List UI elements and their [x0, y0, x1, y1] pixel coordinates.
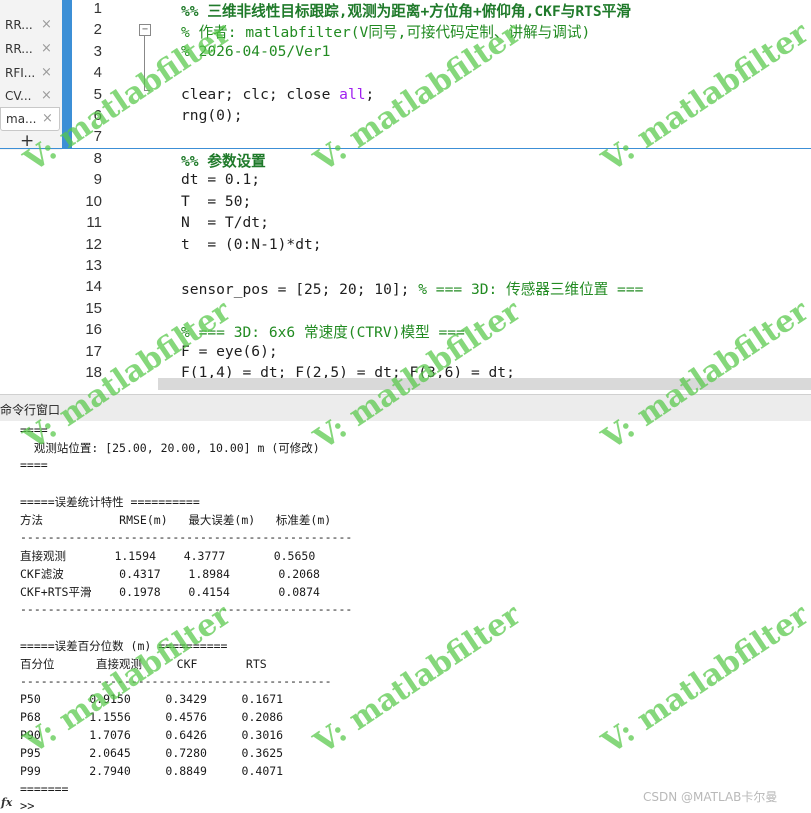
line-number: 8: [93, 150, 102, 167]
line-number: 16: [85, 321, 102, 338]
line-number: 14: [85, 278, 102, 295]
code-token: clear; clc; close: [181, 86, 340, 103]
horizontal-scrollbar[interactable]: [158, 378, 811, 390]
code-line: % 2026-04-05/Ver1: [181, 43, 331, 60]
line-number: 5: [93, 86, 102, 103]
file-tab[interactable]: RFI... ×: [0, 62, 60, 84]
output-line: ----------------------------------------…: [20, 602, 353, 616]
code-line: N = T/dt;: [181, 214, 269, 231]
output-line: P99 2.7940 0.8849 0.4071: [20, 764, 284, 778]
line-number: 11: [86, 214, 102, 231]
fold-toggle-icon[interactable]: −: [139, 24, 151, 36]
line-number: 9: [93, 171, 102, 188]
code-line: %% 参数设置: [181, 153, 266, 170]
output-line: ----------------------------------------…: [20, 530, 353, 544]
file-tab-label: CV...: [5, 89, 32, 103]
close-icon[interactable]: ×: [41, 41, 52, 56]
output-line: 直接观测 1.1594 4.3777 0.5650: [20, 549, 316, 563]
keyword-token: all: [339, 86, 366, 103]
code-line: F(1,4) = dt; F(2,5) = dt; F(3,6) = dt;: [181, 364, 515, 378]
file-tab[interactable]: RR... ×: [0, 38, 60, 60]
credit-watermark: CSDN @MATLAB卡尔曼: [643, 790, 778, 804]
line-number: 17: [85, 343, 102, 360]
output-line: 观测站位置: [25.00, 20.00, 10.00] m (可修改): [20, 441, 320, 455]
file-tab-label: ma...: [6, 112, 37, 126]
output-line: =====误差百分位数 (m) ==========: [20, 639, 228, 653]
line-number: 18: [85, 364, 102, 381]
line-number: 13: [85, 257, 102, 274]
output-line: CKF+RTS平滑 0.1978 0.4154 0.0874: [20, 585, 320, 599]
code-line: % === 3D: 6x6 常速度(CTRV)模型 ===: [181, 324, 465, 341]
line-number: 4: [93, 64, 102, 81]
output-line: 百分位 直接观测 CKF RTS: [20, 657, 267, 671]
output-line: P90 1.7076 0.6426 0.3016: [20, 728, 284, 742]
file-tab[interactable]: CV... ×: [0, 85, 60, 107]
code-line: dt = 0.1;: [181, 171, 261, 188]
fold-guide: [144, 36, 145, 90]
close-icon[interactable]: ×: [41, 17, 52, 32]
cell-divider: [0, 148, 811, 149]
comment-token: % === 3D: 传感器三维位置 ===: [418, 281, 644, 298]
line-number: 2: [93, 21, 102, 38]
output-line: ====: [20, 423, 48, 437]
output-line: ====: [20, 458, 48, 472]
code-line: t = (0:N-1)*dt;: [181, 236, 322, 253]
code-line: sensor_pos = [25; 20; 10]; % === 3D: 传感器…: [181, 278, 643, 298]
code-token: ;: [365, 86, 375, 103]
code-editor[interactable]: %% 三维非线性目标跟踪,观测为距离+方位角+俯仰角,CKF与RTS平滑 % 作…: [154, 0, 811, 378]
file-tab-label: RFI...: [5, 66, 36, 80]
code-line: T = 50;: [181, 193, 252, 210]
command-window-title: 命令行窗口: [0, 403, 61, 417]
code-line: % 作者: matlabfilter(V同号,可接代码定制、讲解与调试): [181, 24, 591, 41]
fold-guide-end: [144, 90, 150, 91]
function-browser-icon[interactable]: fx: [1, 796, 12, 809]
output-line: =====误差统计特性 ==========: [20, 495, 200, 509]
code-line: clear; clc; close all;: [181, 86, 374, 106]
code-line: F = eye(6);: [181, 343, 278, 360]
close-icon[interactable]: ×: [41, 88, 52, 103]
output-line: 方法 RMSE(m) 最大误差(m) 标准差(m): [20, 513, 332, 527]
output-line: P68 1.1556 0.4576 0.2086: [20, 710, 284, 724]
close-icon[interactable]: ×: [42, 111, 53, 126]
line-number: 15: [85, 300, 102, 317]
file-tab-strip: RR... × RR... × RFI... × CV... × ma... ×…: [0, 0, 62, 151]
line-number: 10: [85, 193, 102, 210]
output-line: ----------------------------------------…: [20, 674, 332, 688]
line-number: 3: [93, 43, 102, 60]
code-token: sensor_pos = [25; 20; 10];: [181, 281, 419, 298]
output-line: P50 0.9150 0.3429 0.1671: [20, 692, 284, 706]
line-number: 6: [93, 107, 102, 124]
file-tab-label: RR...: [5, 42, 33, 56]
file-tab[interactable]: RR... ×: [0, 14, 60, 36]
close-icon[interactable]: ×: [41, 65, 52, 80]
line-number: 12: [85, 236, 102, 253]
line-number: 1: [93, 0, 102, 17]
output-line: P95 2.0645 0.7280 0.3625: [20, 746, 284, 760]
line-number: 7: [93, 128, 102, 145]
file-tab-label: RR...: [5, 18, 33, 32]
code-line: %% 三维非线性目标跟踪,观测为距离+方位角+俯仰角,CKF与RTS平滑: [181, 3, 631, 20]
code-line: rng(0);: [181, 107, 243, 124]
command-window-header: 命令行窗口: [0, 394, 811, 422]
output-line: =======: [20, 782, 69, 796]
output-line: CKF滤波 0.4317 1.8984 0.2068: [20, 567, 320, 581]
file-tab-active[interactable]: ma... ×: [0, 107, 60, 131]
